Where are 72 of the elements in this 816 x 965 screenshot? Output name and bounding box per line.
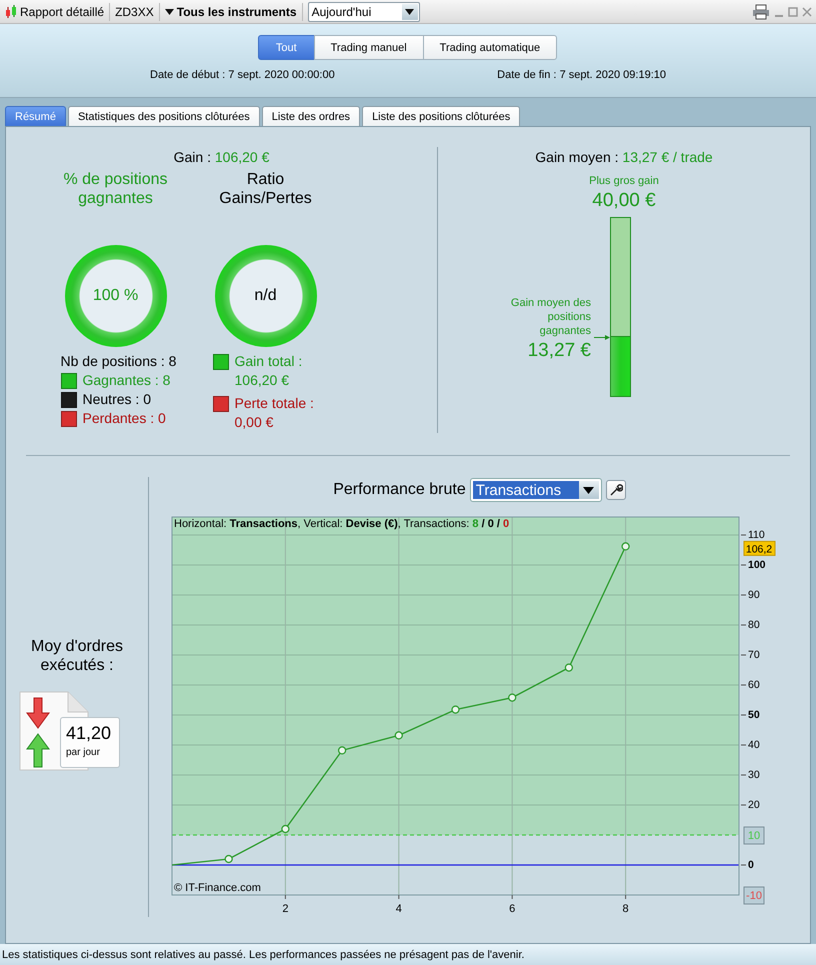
tab[interactable]: Statistiques des positions clôturées (68, 106, 260, 126)
legend-label: Gagnantes : 8 (82, 371, 170, 390)
max-gain-value: 40,00 € (592, 190, 656, 211)
ref-line-label: 10 (748, 830, 760, 842)
gauge-title: % de positions gagnantes (62, 170, 169, 209)
legend-label: Neutres : 0 (82, 390, 151, 409)
axis-label: 50 (748, 709, 760, 721)
orders-unit: par jour (66, 747, 101, 758)
dropdown-arrow-icon (583, 486, 594, 494)
tab[interactable]: Liste des positions clôturées (362, 106, 520, 126)
axis-label: 20 (748, 799, 760, 811)
status-bar: Les statistiques ci-dessus sont relatives au passé. Les performances passées ne présagent pas de l'avenir. (0, 944, 816, 965)
data-point (508, 694, 516, 702)
axis-label: 2 (282, 903, 288, 915)
axis-label: 8 (622, 903, 629, 915)
axis-label: 30 (748, 769, 760, 781)
toolbar-button[interactable]: Rapport détaillé (0, 2, 110, 20)
axis-label: 0 (748, 859, 754, 871)
caret-icon (164, 8, 174, 14)
data-point (622, 542, 630, 550)
max-gain-label: Plus gros gain (589, 175, 659, 187)
value-label: 106,2 (744, 540, 776, 556)
data-point (338, 746, 346, 754)
data-point (564, 664, 573, 672)
axis-marker: -10 (744, 886, 764, 904)
wrench-icon (608, 483, 623, 497)
axis-label: 70 (748, 649, 760, 661)
tab[interactable]: Liste des ordres (262, 106, 360, 126)
orders-title: Moy d'ordres exécutés : (30, 637, 124, 675)
gauge-ring: n/d (214, 245, 316, 347)
filter-button[interactable]: Trading manuel (314, 35, 424, 60)
axis-label: 40 (748, 739, 760, 751)
data-point (394, 731, 403, 740)
mode-select[interactable]: Transactions (470, 478, 602, 502)
maximize-icon[interactable] (788, 6, 798, 16)
period-select[interactable]: Aujourd'hui (308, 2, 420, 22)
data-point (224, 854, 233, 864)
filter-button[interactable]: Trading automatique (422, 35, 558, 60)
chart-title: Performance brute (333, 481, 466, 499)
legend-label: Perte totale : 0,00 € (234, 394, 314, 432)
chart-caption: Horizontal: Transactions, Vertical: Devise (€), Transactions: 8 / 0 / 0 (174, 518, 510, 530)
candlestick-icon (5, 4, 17, 18)
toolbar-button[interactable]: Tous les instruments (160, 2, 303, 20)
legend-label: Gain total : 106,20 € (234, 352, 302, 390)
gain-heading: Gain : 106,20 € (174, 149, 270, 165)
axis-label: 60 (748, 679, 760, 691)
average-gain-heading: Gain moyen : 13,27 € / trade (535, 149, 713, 165)
axis-label: 4 (396, 903, 402, 915)
axis-label: 100 (748, 559, 766, 571)
date-range-text: Date de fin : 7 sept. 2020 09:19:10 (497, 69, 666, 81)
axis-label: 110 (748, 529, 765, 541)
axis-label: 80 (748, 619, 760, 631)
dropdown-arrow-icon (405, 8, 414, 14)
average-label: Gain moyen des positions gagnantes (510, 296, 591, 338)
printer-icon[interactable] (752, 4, 770, 20)
settings-button[interactable] (606, 480, 626, 500)
axis-marker: 10 (744, 826, 764, 844)
copyright-text: © IT-Finance.com (174, 882, 261, 894)
gauge-ring: 100 % (64, 245, 166, 347)
data-point (451, 706, 460, 714)
orders-value: 41,20 (66, 723, 112, 744)
gauge-title: Ratio Gains/Pertes (218, 170, 313, 209)
filter-button[interactable]: Tout (258, 35, 315, 60)
date-range-text: Date de début : 7 sept. 2020 00:00:00 (150, 69, 335, 81)
legend-label: Perdantes : 0 (82, 409, 166, 428)
data-point (281, 824, 290, 834)
average-value: 13,27 € (528, 340, 591, 361)
axis-label: 6 (509, 903, 516, 915)
axis-label: 90 (748, 589, 760, 601)
toolbar-button[interactable]: ZD3XX (110, 2, 160, 20)
positions-count: Nb de positions : 8 (60, 352, 176, 371)
close-icon[interactable] (802, 6, 812, 16)
